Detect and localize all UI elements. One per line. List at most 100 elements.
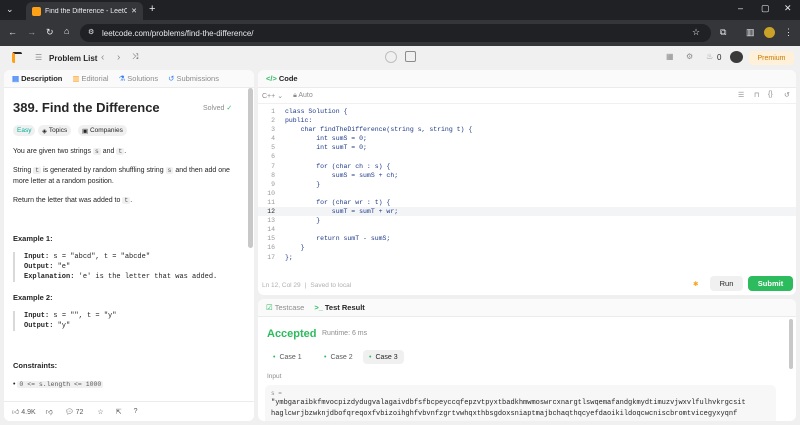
- debug-icon[interactable]: ✱: [693, 280, 698, 288]
- site-info-icon[interactable]: ⚙: [88, 29, 94, 36]
- chrome-menu-icon[interactable]: ⋮: [784, 28, 793, 37]
- close-window-button[interactable]: ✕: [784, 4, 792, 13]
- timer-icon[interactable]: [385, 51, 397, 63]
- autocomplete-toggle[interactable]: 🔒︎ Auto: [293, 92, 313, 100]
- back-icon[interactable]: ←: [8, 28, 17, 37]
- companies-chip[interactable]: ▣ Companies: [78, 125, 127, 136]
- help-icon[interactable]: ?: [134, 408, 138, 415]
- maximize-button[interactable]: ▢: [761, 4, 770, 13]
- runtime-text: Runtime: 6 ms: [322, 330, 368, 337]
- result-tabs: ☑ Testcase >_ Test Result: [258, 299, 796, 317]
- tab-code[interactable]: </> Code: [266, 74, 298, 83]
- submit-button[interactable]: Submit: [748, 276, 793, 291]
- problem-list-icon[interactable]: ☰: [35, 53, 42, 62]
- description-paragraph-1: You are given two strings s and t.: [13, 148, 127, 155]
- url-bar[interactable]: ⚙ leetcode.com/problems/find-the-differe…: [80, 24, 711, 42]
- side-panel-icon[interactable]: ▥: [746, 28, 755, 37]
- profile-avatar[interactable]: [764, 27, 775, 38]
- extensions-icon[interactable]: ⧉: [720, 28, 726, 37]
- browser-tab-bar: ⌄ Find the Difference - LeetCode ✕ + – ▢…: [0, 0, 800, 20]
- forward-icon[interactable]: →: [27, 28, 36, 37]
- share-icon[interactable]: ⇱: [116, 408, 122, 416]
- like-button[interactable]: 👍︎ 4.9K: [12, 407, 36, 416]
- description-footer: 👍︎ 4.9K 👎︎ 💬︎ 72 ☆ ⇱ ?: [4, 401, 254, 421]
- example-2-block: Input: s = "", t = "y" Output: "y": [13, 311, 238, 331]
- tab-testcase[interactable]: ☑ Testcase: [266, 303, 304, 312]
- leetcode-favicon-icon: [32, 6, 41, 16]
- test-result-panel: ☑ Testcase >_ Test Result Accepted Runtime…: [258, 299, 796, 421]
- topics-chip[interactable]: ◈ Topics: [38, 125, 72, 136]
- description-paragraph-2: String t is generated by random shufflin…: [13, 167, 230, 185]
- description-panel: ▤ Description ▥ Editorial ⚗ Solutions ↺ Subm…: [4, 70, 254, 421]
- problem-list-link[interactable]: Problem List: [49, 54, 97, 63]
- format-icon[interactable]: ☰: [738, 91, 744, 99]
- coin-count: 0: [717, 53, 722, 62]
- history-icon: ↺: [168, 74, 175, 83]
- building-icon: ▣: [82, 127, 90, 135]
- shuffle-icon[interactable]: ⤨: [132, 52, 138, 62]
- input-value-line-2: haglcwrjbzwknjdbofqreqoxfvbizoihghfvbvnf…: [271, 410, 738, 418]
- tab-test-result[interactable]: >_ Test Result: [314, 303, 364, 312]
- constraints-heading: Constraints:: [13, 361, 58, 370]
- code-line: 13 }: [267, 217, 321, 225]
- difficulty-badge[interactable]: Easy: [13, 125, 36, 136]
- description-scrollbar[interactable]: [248, 88, 253, 248]
- leetcode-navbar: ☰ Problem List ‹ › ⤨ ▦ ⚙ ♨ 0: [0, 46, 800, 70]
- language-select[interactable]: C++ ⌄: [262, 92, 283, 100]
- cursor-position: Ln 12, Col 29: [262, 281, 301, 289]
- check-circle-icon: ✓: [226, 105, 233, 112]
- bookmark-star-icon[interactable]: ☆: [692, 28, 700, 37]
- home-icon[interactable]: ⌂: [64, 27, 69, 36]
- input-value-box[interactable]: s = "ymbgaraibkfmvocpizdydugvalagaivdbfs…: [265, 385, 776, 421]
- terminal-icon: >_: [314, 303, 323, 312]
- result-scrollbar[interactable]: [789, 319, 793, 369]
- next-problem-icon[interactable]: ›: [117, 52, 120, 63]
- example-1-block: Input: s = "abcd", t = "abcde" Output: "…: [13, 252, 238, 282]
- code-area[interactable]: 1 class Solution { 2 public: 3 char findTh…: [258, 107, 796, 272]
- user-avatar[interactable]: [730, 51, 743, 63]
- code-line: 6: [271, 153, 275, 161]
- code-line: 4 int sumS = 0;: [271, 135, 367, 143]
- solved-status: Solved ✓: [203, 105, 233, 112]
- code-icon: </>: [266, 74, 277, 83]
- leetcode-logo-icon[interactable]: [12, 52, 22, 63]
- checkbox-icon: ☑: [266, 303, 273, 312]
- reset-icon[interactable]: ↺: [784, 91, 790, 99]
- description-icon: ▤: [12, 74, 20, 83]
- reload-icon[interactable]: ↻: [46, 28, 54, 37]
- browser-tab[interactable]: Find the Difference - LeetCode ✕: [26, 2, 143, 20]
- comment-icon: 💬︎: [64, 408, 76, 416]
- address-toolbar: ← → ↻ ⌂ ⚙ leetcode.com/problems/find-the…: [0, 20, 800, 46]
- tab-editorial[interactable]: ▥ Editorial: [72, 74, 108, 83]
- tab-submissions[interactable]: ↺ Submissions: [168, 74, 219, 83]
- run-button[interactable]: Run: [710, 276, 743, 291]
- chevron-down-icon: ⌄: [277, 92, 284, 100]
- code-line: 1 class Solution {: [271, 108, 348, 115]
- comments-button[interactable]: 💬︎ 72: [65, 408, 84, 416]
- tab-description[interactable]: ▤ Description: [12, 74, 62, 83]
- settings-gear-icon[interactable]: ⚙: [686, 52, 693, 61]
- description-paragraph-3: Return the letter that was added to t.: [13, 197, 133, 204]
- case-tab-1[interactable]: • Case 1: [267, 350, 308, 364]
- case-tab-3[interactable]: • Case 3: [363, 350, 404, 364]
- code-line: 5 int sumT = 0;: [271, 144, 367, 152]
- code-line: 17};: [267, 253, 293, 261]
- minimize-button[interactable]: –: [738, 4, 743, 13]
- constraint-item: • 0 <= s.length <= 1000: [13, 381, 104, 388]
- thumbs-up-icon: 👍︎: [12, 409, 22, 416]
- tab-search-icon[interactable]: ⌄: [6, 5, 14, 14]
- example-1-heading: Example 1:: [13, 234, 53, 243]
- tab-solutions[interactable]: ⚗ Solutions: [119, 74, 159, 83]
- dislike-icon[interactable]: 👎︎: [46, 407, 53, 416]
- favorite-star-icon[interactable]: ☆: [97, 408, 103, 416]
- layout-icon[interactable]: ▦: [666, 52, 674, 61]
- case-tab-2[interactable]: • Case 2: [318, 350, 359, 364]
- new-tab-button[interactable]: +: [149, 4, 155, 15]
- close-tab-icon[interactable]: ✕: [131, 7, 137, 15]
- code-line: 9 }: [271, 180, 321, 188]
- notes-icon[interactable]: [405, 51, 416, 62]
- premium-button[interactable]: Premium: [749, 51, 794, 65]
- bookmark-icon[interactable]: ⊓: [754, 91, 759, 99]
- prev-problem-icon[interactable]: ‹: [101, 52, 104, 63]
- braces-icon[interactable]: {}: [768, 91, 773, 98]
